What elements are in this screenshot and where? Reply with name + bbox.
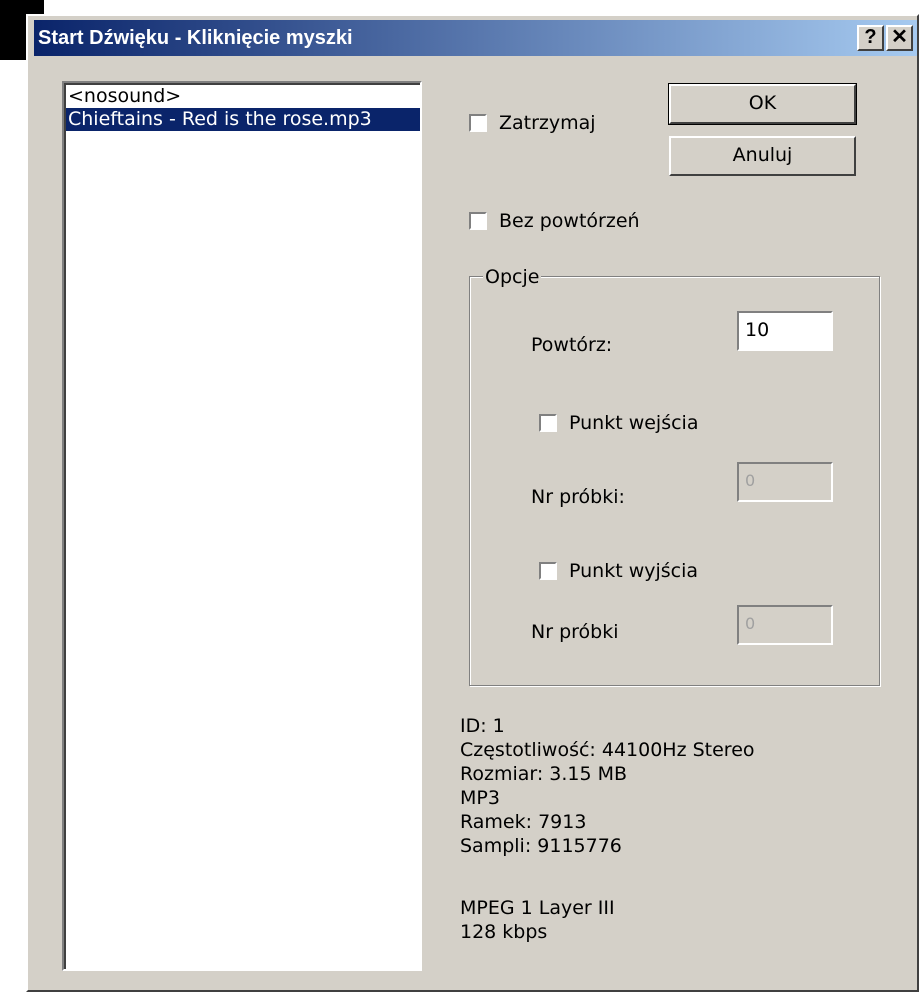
info-frames: Ramek: 7913 — [460, 811, 587, 833]
stop-checkbox-box[interactable] — [469, 114, 487, 132]
cancel-button[interactable]: Anuluj — [669, 136, 856, 176]
close-button[interactable]: ✕ — [886, 25, 913, 51]
in-point-checkbox-label: Punkt wejścia — [569, 412, 699, 434]
title-bar[interactable]: Start Dźwięku - Kliknięcie myszki ? ✕ — [34, 20, 917, 56]
no-repeat-checkbox-label: Bez powtórzeń — [499, 210, 640, 232]
no-repeat-checkbox[interactable]: Bez powtórzeń — [469, 210, 640, 232]
dialog-window: Start Dźwięku - Kliknięcie myszki ? ✕ <n… — [26, 14, 919, 992]
ok-button[interactable]: OK — [668, 83, 857, 125]
no-repeat-checkbox-box[interactable] — [469, 212, 487, 230]
info-format: MP3 — [460, 787, 500, 809]
in-point-checkbox[interactable]: Punkt wejścia — [539, 412, 698, 434]
background-edge-left — [0, 0, 26, 60]
in-point-checkbox-box[interactable] — [539, 414, 557, 432]
help-button[interactable]: ? — [857, 25, 884, 51]
info-size: Rozmiar: 3.15 MB — [460, 763, 628, 785]
info-frequency: Częstotliwość: 44100Hz Stereo — [460, 739, 755, 761]
out-sample-input[interactable]: 0 — [737, 605, 833, 645]
stop-checkbox-label: Zatrzymaj — [499, 112, 596, 134]
out-sample-label: Nr próbki — [531, 621, 619, 643]
out-point-checkbox[interactable]: Punkt wyjścia — [539, 560, 698, 582]
info-bitrate: 128 kbps — [460, 921, 548, 943]
repeat-input[interactable]: 10 — [737, 311, 833, 351]
options-legend: Opcje — [483, 266, 542, 288]
out-point-checkbox-box[interactable] — [539, 562, 557, 580]
repeat-label: Powtórz: — [531, 334, 613, 356]
sound-listbox[interactable]: <nosound> Chieftains - Red is the rose.m… — [62, 81, 422, 971]
in-sample-input[interactable]: 0 — [737, 462, 833, 502]
out-point-checkbox-label: Punkt wyjścia — [569, 560, 699, 582]
stop-checkbox[interactable]: Zatrzymaj — [469, 112, 596, 134]
in-sample-label: Nr próbki: — [531, 486, 625, 508]
info-mpeg: MPEG 1 Layer III — [460, 897, 615, 919]
list-item-selected[interactable]: Chieftains - Red is the rose.mp3 — [66, 108, 420, 131]
list-item-nosound[interactable]: <nosound> — [66, 85, 420, 108]
window-title: Start Dźwięku - Kliknięcie myszki — [38, 27, 353, 49]
info-id: ID: 1 — [460, 715, 505, 737]
info-samples: Sampli: 9115776 — [460, 835, 622, 857]
